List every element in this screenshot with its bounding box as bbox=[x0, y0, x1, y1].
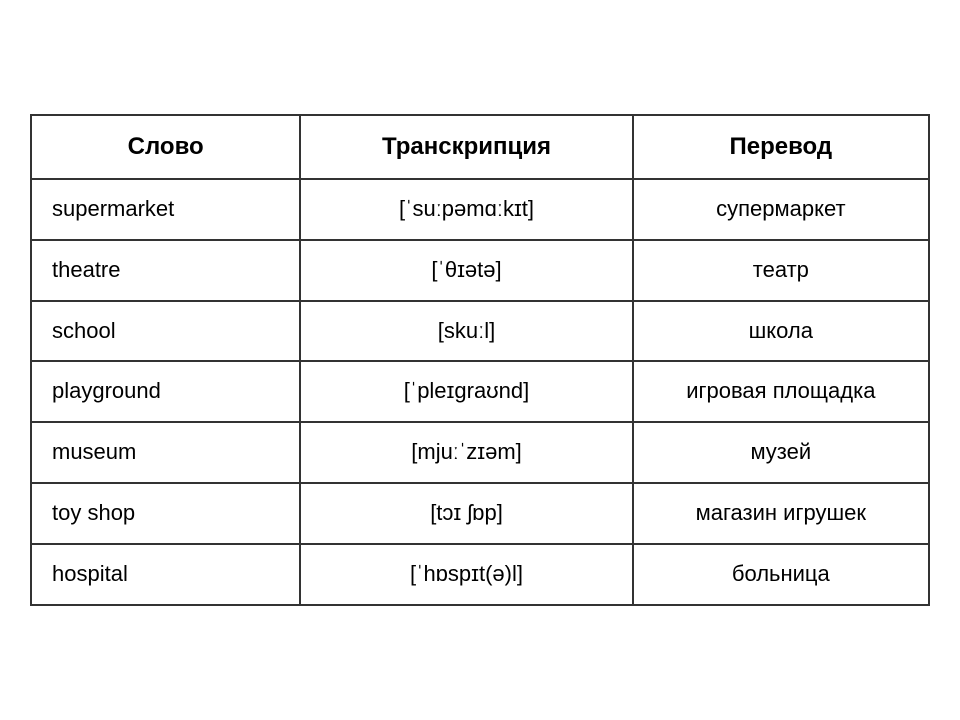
cell-word: museum bbox=[31, 422, 300, 483]
cell-word: hospital bbox=[31, 544, 300, 605]
cell-translation: супермаркет bbox=[633, 179, 929, 240]
cell-word: school bbox=[31, 301, 300, 362]
cell-word: theatre bbox=[31, 240, 300, 301]
vocabulary-table: Слово Транскрипция Перевод supermarket[ˈ… bbox=[30, 114, 930, 605]
table-row: hospital[ˈhɒspɪt(ə)l]больница bbox=[31, 544, 929, 605]
cell-translation: музей bbox=[633, 422, 929, 483]
cell-word: playground bbox=[31, 361, 300, 422]
table-row: playground[ˈpleɪgraʊnd]игровая площадка bbox=[31, 361, 929, 422]
header-word: Слово bbox=[31, 115, 300, 179]
cell-transcription: [ˈθɪətə] bbox=[300, 240, 632, 301]
cell-transcription: [ˈhɒspɪt(ə)l] bbox=[300, 544, 632, 605]
cell-transcription: [skuːl] bbox=[300, 301, 632, 362]
table-row: theatre[ˈθɪətə]театр bbox=[31, 240, 929, 301]
table-row: school[skuːl]школа bbox=[31, 301, 929, 362]
table-row: supermarket[ˈsuːpəmɑːkɪt]супермаркет bbox=[31, 179, 929, 240]
cell-transcription: [mjuːˈzɪəm] bbox=[300, 422, 632, 483]
table-row: toy shop[tɔɪ ʃɒp]магазин игрушек bbox=[31, 483, 929, 544]
cell-translation: театр bbox=[633, 240, 929, 301]
cell-word: supermarket bbox=[31, 179, 300, 240]
cell-word: toy shop bbox=[31, 483, 300, 544]
cell-translation: школа bbox=[633, 301, 929, 362]
header-transcription: Транскрипция bbox=[300, 115, 632, 179]
cell-translation: игровая площадка bbox=[633, 361, 929, 422]
header-translation: Перевод bbox=[633, 115, 929, 179]
table-header-row: Слово Транскрипция Перевод bbox=[31, 115, 929, 179]
cell-transcription: [tɔɪ ʃɒp] bbox=[300, 483, 632, 544]
cell-translation: магазин игрушек bbox=[633, 483, 929, 544]
cell-translation: больница bbox=[633, 544, 929, 605]
cell-transcription: [ˈsuːpəmɑːkɪt] bbox=[300, 179, 632, 240]
cell-transcription: [ˈpleɪgraʊnd] bbox=[300, 361, 632, 422]
table-row: museum[mjuːˈzɪəm]музей bbox=[31, 422, 929, 483]
vocabulary-table-wrapper: Слово Транскрипция Перевод supermarket[ˈ… bbox=[30, 114, 930, 605]
